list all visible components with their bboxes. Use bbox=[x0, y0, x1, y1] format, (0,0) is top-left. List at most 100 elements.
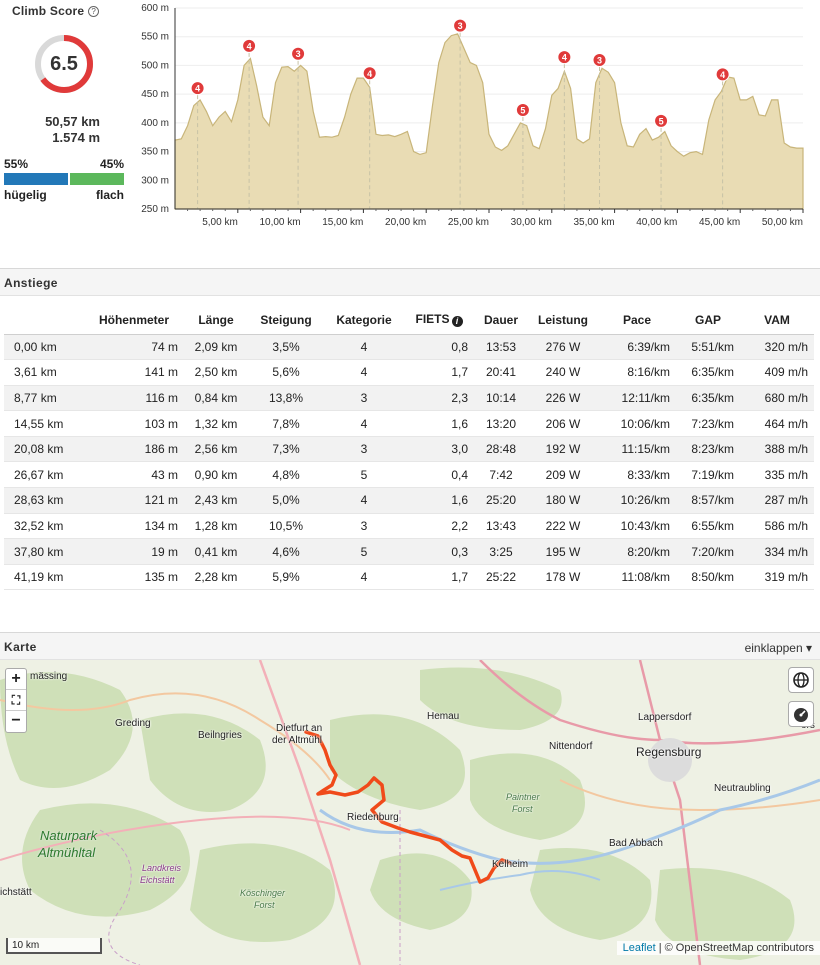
cell-vam: 335 m/h bbox=[740, 461, 814, 489]
climb-row[interactable]: 0,00 km 74 m 2,09 km 3,5% 4 0,8 13:53 276 W 6:39… bbox=[4, 334, 814, 361]
map-label-dietfurt-2: der Altmühl bbox=[272, 735, 323, 746]
climb-marker-label: 4 bbox=[195, 84, 200, 94]
cell-gradient: 5,6% bbox=[248, 359, 324, 386]
climb-marker-label: 4 bbox=[720, 70, 725, 80]
cell-power: 240 W bbox=[528, 359, 598, 386]
cell-duration: 13:43 bbox=[474, 513, 528, 540]
col-start bbox=[4, 306, 84, 335]
climb-row[interactable]: 20,08 km 186 m 2,56 km 7,3% 3 3,0 28:48 192 W 11… bbox=[4, 436, 814, 463]
osm-attribution: | © OpenStreetMap contributors bbox=[655, 942, 814, 954]
map-label-massing: mässing bbox=[30, 671, 68, 682]
cell-gradient: 4,6% bbox=[248, 538, 324, 565]
cell-power: 180 W bbox=[528, 487, 598, 514]
cell-gradient: 4,8% bbox=[248, 461, 324, 489]
climb-marker-label: 3 bbox=[597, 56, 602, 66]
hilly-label: hügelig bbox=[4, 188, 47, 202]
flat-percent: 45% bbox=[99, 157, 124, 171]
climb-row[interactable]: 8,77 km 116 m 0,84 km 13,8% 3 2,3 10:14 226 W 12… bbox=[4, 385, 814, 412]
col-vam[interactable]: VAM bbox=[740, 306, 814, 335]
cell-vam: 287 m/h bbox=[740, 487, 814, 514]
col-fiets[interactable]: FIETS i bbox=[404, 306, 474, 335]
cell-power: 178 W bbox=[528, 564, 598, 591]
total-elevation: 1.574 m bbox=[52, 130, 100, 145]
cell-pace: 8:20/km bbox=[598, 538, 676, 565]
cell-vam: 409 m/h bbox=[740, 359, 814, 386]
cell-length: 2,09 km bbox=[184, 334, 248, 361]
cell-pace: 10:43/km bbox=[598, 513, 676, 540]
climbs-table-header-row: Höhenmeter Länge Steigung Kategorie FIET… bbox=[4, 306, 814, 335]
climb-row[interactable]: 14,55 km 103 m 1,32 km 7,8% 4 1,6 13:20 206 W 10… bbox=[4, 410, 814, 437]
map-section-title: Karte bbox=[4, 640, 37, 654]
climb-overview: Climb Score? 6.5 50,57 km 1.574 m 55% 45… bbox=[0, 0, 820, 268]
map-label-dietfurt-1: Dietfurt an bbox=[276, 723, 323, 734]
col-gradient[interactable]: Steigung bbox=[248, 306, 324, 335]
zoom-in-button[interactable]: + bbox=[6, 669, 26, 690]
cell-length: 1,28 km bbox=[184, 513, 248, 540]
flat-bar bbox=[70, 173, 124, 185]
climb-row[interactable]: 3,61 km 141 m 2,50 km 5,6% 4 1,7 20:41 240 W 8:1… bbox=[4, 359, 814, 386]
climb-row[interactable]: 26,67 km 43 m 0,90 km 4,8% 5 0,4 7:42 209 W 8:33… bbox=[4, 461, 814, 489]
flat-label: flach bbox=[95, 188, 124, 202]
cell-gap: 8:57/km bbox=[676, 487, 740, 514]
cell-fiets: 0,3 bbox=[404, 538, 474, 565]
cell-category: 4 bbox=[324, 487, 404, 514]
cell-gradient: 3,5% bbox=[248, 334, 324, 361]
col-pace[interactable]: Pace bbox=[598, 306, 676, 335]
cell-gap: 6:55/km bbox=[676, 513, 740, 540]
climb-score-panel: Climb Score? 6.5 50,57 km 1.574 m 55% 45… bbox=[0, 0, 130, 268]
map-label-bad-abbach: Bad Abbach bbox=[609, 838, 663, 849]
cell-gap: 7:23/km bbox=[676, 410, 740, 437]
cell-vam: 388 m/h bbox=[740, 436, 814, 463]
climb-marker-label: 3 bbox=[296, 49, 301, 59]
cell-vam: 334 m/h bbox=[740, 538, 814, 565]
cell-length: 2,28 km bbox=[184, 564, 248, 591]
cell-fiets: 3,0 bbox=[404, 436, 474, 463]
col-gap[interactable]: GAP bbox=[676, 306, 740, 335]
zoom-controls: + ⛶ − bbox=[5, 668, 27, 733]
elevation-profile-chart[interactable]: 600 m 550 m 500 m 450 m 400 m 350 m 300 m 250 m… bbox=[130, 0, 820, 240]
route-map[interactable]: mässing Greding Beilngries Dietfurt an d… bbox=[0, 660, 820, 965]
x-tick-label: 50,00 km bbox=[762, 217, 803, 228]
col-length[interactable]: Länge bbox=[184, 306, 248, 335]
y-tick-label: 400 m bbox=[141, 118, 169, 129]
zoom-out-button[interactable]: − bbox=[6, 711, 26, 732]
cell-category: 4 bbox=[324, 564, 404, 591]
climb-score-title: Climb Score? bbox=[12, 4, 100, 18]
cell-duration: 7:42 bbox=[474, 461, 528, 489]
cell-pace: 8:33/km bbox=[598, 461, 676, 489]
col-fiets-label: FIETS bbox=[415, 312, 450, 327]
col-duration[interactable]: Dauer bbox=[474, 306, 528, 335]
map-tiles bbox=[0, 660, 820, 965]
col-elevation[interactable]: Höhenmeter bbox=[84, 306, 184, 335]
cell-fiets: 0,4 bbox=[404, 461, 474, 489]
speed-overlay-button[interactable] bbox=[788, 701, 814, 727]
col-power[interactable]: Leistung bbox=[528, 306, 598, 335]
climb-marker-label: 4 bbox=[562, 53, 567, 63]
map-attribution: Leaflet | © OpenStreetMap contributors bbox=[616, 941, 820, 955]
leaflet-link[interactable]: Leaflet bbox=[623, 942, 656, 954]
collapse-map-button[interactable]: einklappen ▾ bbox=[745, 641, 812, 655]
cell-pace: 6:39/km bbox=[598, 334, 676, 361]
x-tick-label: 20,00 km bbox=[385, 217, 426, 228]
climb-row[interactable]: 28,63 km 121 m 2,43 km 5,0% 4 1,6 25:20 180 W 10… bbox=[4, 487, 814, 514]
map-label-landkreis-2: Eichstätt bbox=[140, 875, 175, 885]
info-icon[interactable]: i bbox=[451, 316, 463, 328]
climb-row[interactable]: 32,52 km 134 m 1,28 km 10,5% 3 2,2 13:43 222 W1… bbox=[4, 513, 814, 540]
climb-marker-label: 5 bbox=[520, 106, 525, 116]
x-tick-label: 45,00 km bbox=[699, 217, 740, 228]
climb-marker-label: 5 bbox=[659, 116, 664, 126]
layers-button[interactable] bbox=[788, 667, 814, 693]
fullscreen-button[interactable]: ⛶ bbox=[6, 690, 26, 711]
cell-start: 41,19 km bbox=[4, 564, 84, 591]
help-icon[interactable]: ? bbox=[88, 6, 100, 17]
cell-vam: 319 m/h bbox=[740, 564, 814, 591]
cell-gap: 6:35/km bbox=[676, 385, 740, 412]
climb-row[interactable]: 37,80 km 19 m 0,41 km 4,6% 5 0,3 3:25 195 W 8:20… bbox=[4, 538, 814, 565]
cell-start: 0,00 km bbox=[4, 334, 84, 361]
map-label-greding: Greding bbox=[115, 718, 151, 729]
cell-vam: 680 m/h bbox=[740, 385, 814, 412]
cell-start: 37,80 km bbox=[4, 538, 84, 565]
col-category[interactable]: Kategorie bbox=[324, 306, 404, 335]
climb-row[interactable]: 41,19 km 135 m 2,28 km 5,9% 4 1,7 25:22 178 W 11… bbox=[4, 564, 814, 591]
cell-category: 3 bbox=[324, 436, 404, 463]
